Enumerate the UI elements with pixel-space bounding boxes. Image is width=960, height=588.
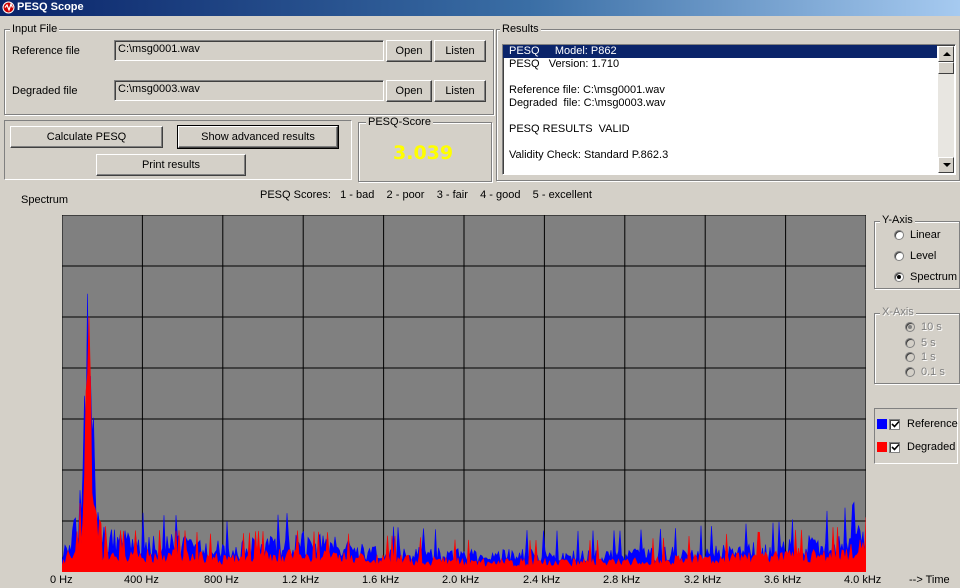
scroll-thumb[interactable]: [938, 62, 954, 74]
reference-file-field[interactable]: C:\msg0001.wav: [114, 40, 384, 61]
x-tick-label: 3.2 kHz: [684, 574, 722, 586]
title-bar[interactable]: PESQ Scope: [0, 0, 960, 16]
x-tick-label: 1.6 kHz: [362, 574, 400, 586]
results-line[interactable]: Validity Check: Standard P.862.3: [503, 149, 955, 162]
x-axis-radio[interactable]: [905, 322, 915, 332]
y-axis-option-label[interactable]: Level: [910, 250, 936, 262]
results-line[interactable]: [503, 136, 955, 149]
x-tick-label: 4.0 kHz: [844, 574, 882, 586]
spectrum-label: Spectrum: [21, 194, 69, 206]
window-title: PESQ Scope: [17, 1, 84, 13]
degraded-file-field[interactable]: C:\msg0003.wav: [114, 80, 384, 101]
scroll-down-icon: [943, 163, 951, 167]
x-axis-option-label[interactable]: 10 s: [921, 321, 942, 333]
y-axis-option-label[interactable]: Linear: [910, 229, 941, 241]
x-tick-label: 3.6 kHz: [764, 574, 802, 586]
spectrum-chart-svg: [61, 214, 867, 573]
scroll-down-button[interactable]: [938, 157, 954, 173]
x-axis-group: [874, 313, 960, 384]
spectrum-chart: [61, 214, 867, 573]
results-listbox[interactable]: PESQ Model: P862 PESQ Version: 1.710 Refer…: [502, 44, 956, 175]
results-line[interactable]: PESQ Version: 1.710: [503, 58, 955, 71]
x-axis-option-label[interactable]: 5 s: [921, 337, 936, 349]
y-axis-label: Y-Axis: [880, 214, 915, 226]
x-axis-label: X-Axis: [880, 306, 916, 318]
legend-checkbox-reference[interactable]: [889, 419, 900, 430]
x-tick-label: 2.8 kHz: [603, 574, 641, 586]
x-axis-option-label[interactable]: 1 s: [921, 351, 936, 363]
x-tick-label: 1.2 kHz: [282, 574, 320, 586]
results-line[interactable]: PESQ Model: P862: [503, 45, 937, 58]
legend-checkbox-degraded[interactable]: [889, 442, 900, 453]
y-axis-option-label[interactable]: Spectrum: [910, 271, 957, 283]
x-tick-label: 400 Hz: [124, 574, 159, 586]
x-axis-radio[interactable]: [905, 352, 915, 362]
results-line[interactable]: Reference file: C:\msg0001.wav: [503, 84, 955, 97]
calculate-pesq-button[interactable]: Calculate PESQ: [10, 126, 163, 148]
legend-label-degraded: Degraded: [907, 441, 956, 453]
x-tick-label: 2.0 kHz: [442, 574, 480, 586]
x-axis-radio[interactable]: [905, 367, 915, 377]
pesq-score-label: PESQ-Score: [366, 116, 433, 128]
reference-file-label: Reference file: [12, 45, 80, 57]
checkmark-icon: [891, 420, 900, 428]
scroll-up-button[interactable]: [938, 46, 954, 62]
x-tick-label: 800 Hz: [204, 574, 239, 586]
x-axis-radio[interactable]: [905, 338, 915, 348]
pesq-scores-legend: PESQ Scores: 1 - bad 2 - poor 3 - fair 4…: [260, 189, 592, 201]
results-line[interactable]: PESQ RESULTS VALID: [503, 123, 955, 136]
legend-label-reference: Reference: [907, 418, 958, 430]
y-axis-radio-level[interactable]: [894, 251, 904, 261]
reference-open-button[interactable]: Open: [386, 40, 432, 62]
results-line[interactable]: Degraded file: C:\msg0003.wav: [503, 97, 955, 110]
reference-listen-button[interactable]: Listen: [434, 40, 486, 62]
print-results-button[interactable]: Print results: [96, 154, 246, 176]
x-axis-option-label[interactable]: 0.1 s: [921, 366, 945, 378]
input-file-label: Input File: [10, 23, 60, 35]
degraded-listen-button[interactable]: Listen: [434, 80, 486, 102]
time-axis-label: --> Time: [909, 574, 950, 586]
results-line[interactable]: [503, 71, 955, 84]
y-axis-radio-spectrum[interactable]: [894, 272, 904, 282]
pesq-score-value: 3.039: [393, 142, 454, 164]
degraded-open-button[interactable]: Open: [386, 80, 432, 102]
results-line[interactable]: [503, 110, 955, 123]
degraded-file-label: Degraded file: [12, 85, 78, 97]
legend-swatch-reference: [877, 419, 887, 429]
y-axis-radio-linear[interactable]: [894, 230, 904, 240]
legend-swatch-degraded: [877, 442, 887, 452]
x-tick-label: 0 Hz: [50, 574, 73, 586]
app-icon: [2, 1, 15, 14]
checkmark-icon: [891, 443, 900, 451]
scroll-up-icon: [943, 52, 951, 56]
legend-panel: [874, 408, 958, 464]
show-advanced-results-button[interactable]: Show advanced results: [177, 125, 339, 149]
results-lines: PESQ Model: P862 PESQ Version: 1.710 Refer…: [503, 45, 955, 162]
results-label: Results: [500, 23, 541, 35]
results-scrollbar[interactable]: [938, 46, 954, 173]
x-tick-label: 2.4 kHz: [523, 574, 561, 586]
